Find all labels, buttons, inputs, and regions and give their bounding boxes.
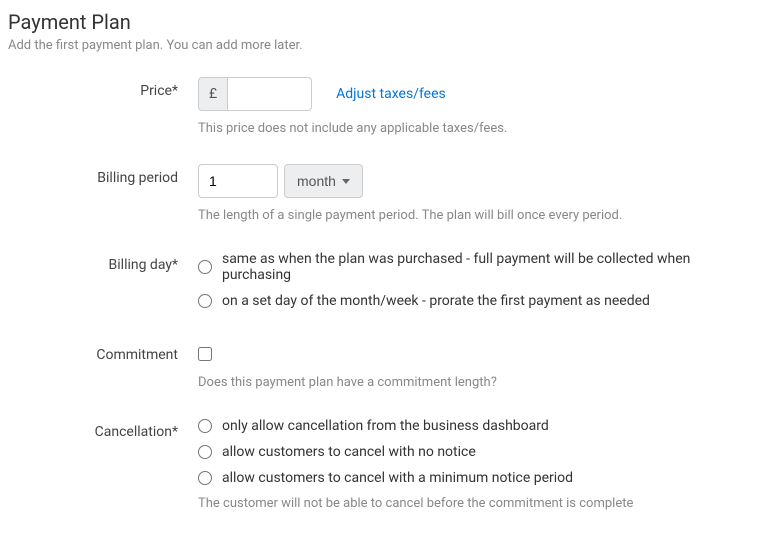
page-title: Payment Plan: [8, 10, 762, 34]
cancellation-option-min-notice[interactable]: allow customers to cancel with a minimum…: [198, 470, 762, 486]
page-subtitle: Add the first payment plan. You can add …: [8, 38, 762, 53]
cancellation-option-no-notice-label: allow customers to cancel with no notice: [222, 444, 476, 460]
cancellation-radio-business[interactable]: [198, 419, 212, 433]
label-billing-day: Billing day*: [8, 251, 198, 273]
billing-day-radio-set[interactable]: [198, 294, 212, 308]
chevron-down-icon: [342, 179, 350, 184]
cancellation-radio-min-notice[interactable]: [198, 471, 212, 485]
price-helper: This price does not include any applicab…: [198, 121, 762, 136]
row-commitment: Commitment Does this payment plan have a…: [8, 347, 762, 390]
currency-symbol: £: [198, 77, 227, 111]
billing-day-option-set[interactable]: on a set day of the month/week - prorate…: [198, 293, 762, 309]
billing-day-option-same-label: same as when the plan was purchased - fu…: [222, 251, 762, 283]
cancellation-radio-no-notice[interactable]: [198, 445, 212, 459]
billing-period-unit-dropdown[interactable]: month: [284, 164, 363, 198]
billing-day-option-set-label: on a set day of the month/week - prorate…: [222, 293, 650, 309]
commitment-checkbox[interactable]: [198, 347, 212, 361]
label-billing-period: Billing period: [8, 164, 198, 186]
row-cancellation: Cancellation* only allow cancellation fr…: [8, 418, 762, 511]
cancellation-option-business[interactable]: only allow cancellation from the busines…: [198, 418, 762, 434]
label-commitment: Commitment: [8, 347, 198, 363]
cancellation-option-no-notice[interactable]: allow customers to cancel with no notice: [198, 444, 762, 460]
cancellation-option-min-notice-label: allow customers to cancel with a minimum…: [222, 470, 573, 486]
row-billing-period: Billing period month The length of a sin…: [8, 164, 762, 223]
billing-period-helper: The length of a single payment period. T…: [198, 208, 762, 223]
cancellation-option-business-label: only allow cancellation from the busines…: [222, 418, 549, 434]
cancellation-helper: The customer will not be able to cancel …: [198, 496, 762, 511]
label-cancellation: Cancellation*: [8, 418, 198, 440]
price-input[interactable]: [227, 77, 312, 111]
row-billing-day: Billing day* same as when the plan was p…: [8, 251, 762, 319]
label-price: Price*: [8, 77, 198, 99]
billing-period-unit-label: month: [297, 173, 336, 189]
adjust-taxes-link[interactable]: Adjust taxes/fees: [336, 86, 446, 102]
billing-day-radio-same[interactable]: [198, 260, 212, 274]
billing-period-input[interactable]: [198, 164, 278, 198]
row-price: Price* £ Adjust taxes/fees This price do…: [8, 77, 762, 136]
commitment-helper: Does this payment plan have a commitment…: [198, 375, 762, 390]
billing-day-option-same[interactable]: same as when the plan was purchased - fu…: [198, 251, 762, 283]
